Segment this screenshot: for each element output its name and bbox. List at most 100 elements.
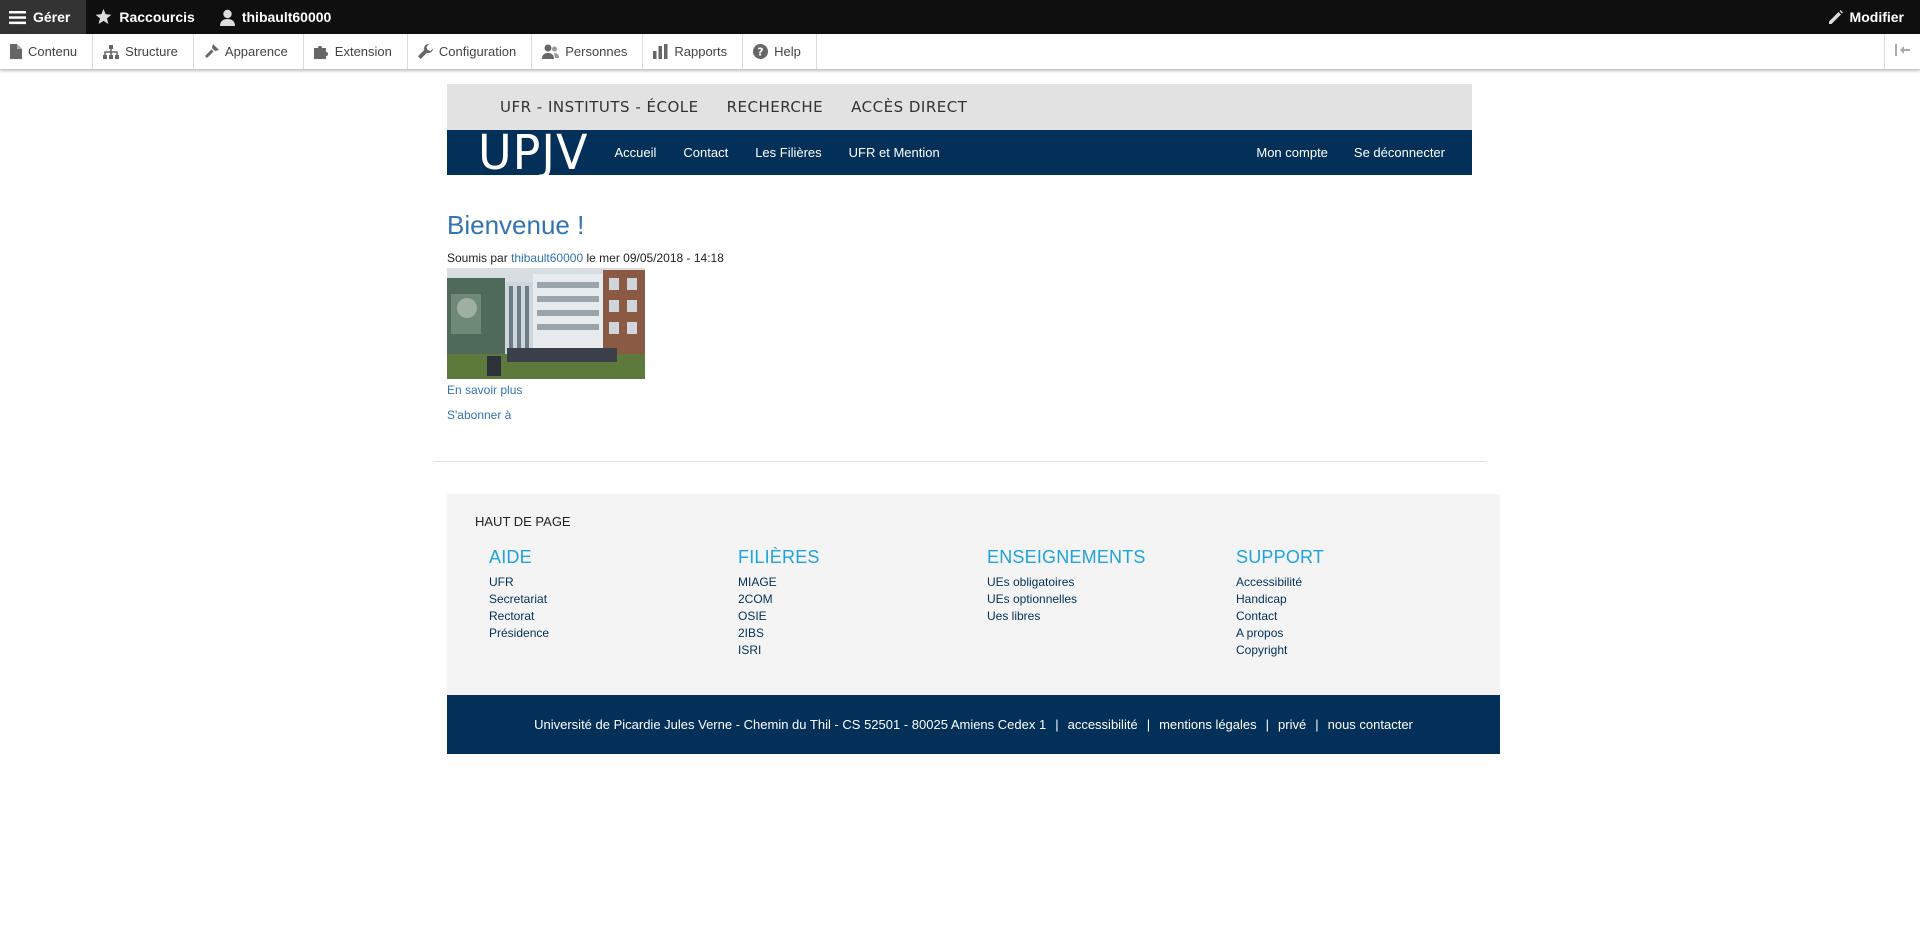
page-title: Bienvenue ! [447,210,585,240]
contact-us-link[interactable]: nous contacter [1328,717,1413,732]
logout-link[interactable]: Se déconnecter [1354,145,1445,160]
footer-column-help: AIDE UFR Secretariat Rectorat Présidence [489,547,719,642]
top-navigation: UFR - INSTITUTS - ÉCOLE RECHERCHE ACCÈS … [447,84,1472,130]
svg-text:?: ? [757,46,763,59]
admin-toolbar: Gérer Raccourcis thibault60000 Modifier [0,0,1920,34]
user-label: thibault60000 [241,9,332,25]
people-icon [542,44,560,59]
footer-column-title: AIDE [489,547,532,567]
user-button[interactable]: thibault60000 [211,0,347,34]
brush-icon [204,44,219,59]
footer-link[interactable]: ISRI [738,642,968,659]
admin-toolbar-right: Modifier [1819,0,1920,34]
separator: | [1315,717,1319,732]
user-icon [219,9,235,26]
private-link[interactable]: privé [1278,717,1306,732]
sitemap-icon [103,44,120,59]
admin-toolbar-left: Gérer Raccourcis thibault60000 [0,0,347,34]
shortcuts-button[interactable]: Raccourcis [86,0,210,34]
submitted-prefix: Soumis par [447,251,508,265]
tray-item-people[interactable]: Personnes [532,34,644,69]
pencil-icon [1828,9,1843,25]
footer-link[interactable]: A propos [1236,625,1466,642]
submitted-date: le mer 09/05/2018 - 14:18 [586,251,724,265]
footer-link[interactable]: Contact [1236,608,1466,625]
topnav-research-link[interactable]: RECHERCHE [727,98,824,116]
footer-link[interactable]: UFR [489,574,719,591]
content-divider [434,461,1486,462]
nav-ufr-link[interactable]: UFR et Mention [849,145,940,160]
tray-orientation-toggle[interactable] [1884,34,1920,69]
tray-item-help[interactable]: ? Help [743,34,817,69]
footer-link[interactable]: Ues libres [987,608,1217,625]
footer-link[interactable]: UEs obligatoires [987,574,1217,591]
nav-contact-link[interactable]: Contact [683,145,728,160]
tray-item-label: Apparence [224,44,288,59]
tray-item-label: Personnes [565,44,628,59]
manage-label: Gérer [33,9,71,25]
university-address: Université de Picardie Jules Verne - Che… [534,717,1047,732]
tray-item-label: Rapports [674,44,728,59]
tray-item-label: Help [774,44,801,59]
tray-item-extension[interactable]: Extension [304,34,408,69]
bar-chart-icon [653,44,668,59]
hamburger-icon [9,10,26,25]
footer-link[interactable]: 2COM [738,591,968,608]
footer-link[interactable]: OSIE [738,608,968,625]
read-more-link[interactable]: En savoir plus [447,383,1047,397]
file-icon [10,44,22,59]
tray-item-label: Structure [125,44,178,59]
site-logo[interactable]: UPJV [478,128,588,176]
footer-link[interactable]: Rectorat [489,608,719,625]
topnav-ufr-link[interactable]: UFR - INSTITUTS - ÉCOLE [500,98,699,116]
legal-notice-link[interactable]: mentions légales [1159,717,1257,732]
user-navigation: Mon compte Se déconnecter [1230,130,1445,175]
tray-item-configuration[interactable]: Configuration [408,34,533,69]
tray-item-appearance[interactable]: Apparence [194,34,304,69]
main-content: Bienvenue ! Soumis par thibault60000 le … [447,210,1047,422]
footer-link[interactable]: UEs optionnelles [987,591,1217,608]
submitted-info: Soumis par thibault60000 le mer 09/05/20… [447,251,1047,265]
accessibility-link[interactable]: accessibilité [1068,717,1138,732]
footer-column-teaching: ENSEIGNEMENTS UEs obligatoires UEs optio… [987,547,1217,625]
tray-item-label: Contenu [28,44,78,59]
tray-item-label: Configuration [438,44,517,59]
nav-courses-link[interactable]: Les Filières [755,145,821,160]
star-icon [95,9,112,25]
footer-column-title: ENSEIGNEMENTS [987,547,1146,567]
manage-button[interactable]: Gérer [0,0,87,34]
author-link[interactable]: thibault60000 [511,251,583,265]
tray-item-label: Extension [334,44,392,59]
footer-link[interactable]: Présidence [489,625,719,642]
tray-item-reports[interactable]: Rapports [643,34,744,69]
footer-link[interactable]: 2IBS [738,625,968,642]
footer-link[interactable]: Secretariat [489,591,719,608]
collapse-left-icon [1894,44,1911,59]
nav-home-link[interactable]: Accueil [614,145,656,160]
back-to-top-link[interactable]: HAUT DE PAGE [475,514,571,529]
footer-column-title: SUPPORT [1236,547,1325,567]
footer-column-courses: FILIÈRES MIAGE 2COM OSIE 2IBS ISRI [738,547,968,659]
my-account-link[interactable]: Mon compte [1256,145,1328,160]
wrench-icon [417,44,433,59]
tray-item-content[interactable]: Contenu [0,34,94,69]
shortcuts-label: Raccourcis [119,9,195,25]
campus-photo[interactable] [447,268,645,379]
topnav-direct-access-link[interactable]: ACCÈS DIRECT [851,98,967,116]
subscribe-link[interactable]: S'abonner à [447,408,1047,422]
edit-label: Modifier [1849,9,1904,25]
footer: HAUT DE PAGE AIDE UFR Secretariat Rector… [447,494,1500,695]
tray-item-structure[interactable]: Structure [93,34,194,69]
separator: | [1146,717,1151,732]
footer-link[interactable]: Copyright [1236,642,1466,659]
footer-link[interactable]: Accessibilité [1236,574,1466,591]
edit-button[interactable]: Modifier [1819,0,1920,34]
footer-link[interactable]: MIAGE [738,574,968,591]
separator: | [1265,717,1270,732]
footer-bottom-bar: Université de Picardie Jules Verne - Che… [447,695,1500,754]
footer-column-title: FILIÈRES [738,547,820,567]
main-navigation: UPJV Accueil Contact Les Filières UFR et… [447,128,1472,176]
footer-column-support: SUPPORT Accessibilité Handicap Contact A… [1236,547,1466,659]
admin-tray: Contenu Structure Apparence Extension Co… [0,34,1920,70]
footer-link[interactable]: Handicap [1236,591,1466,608]
